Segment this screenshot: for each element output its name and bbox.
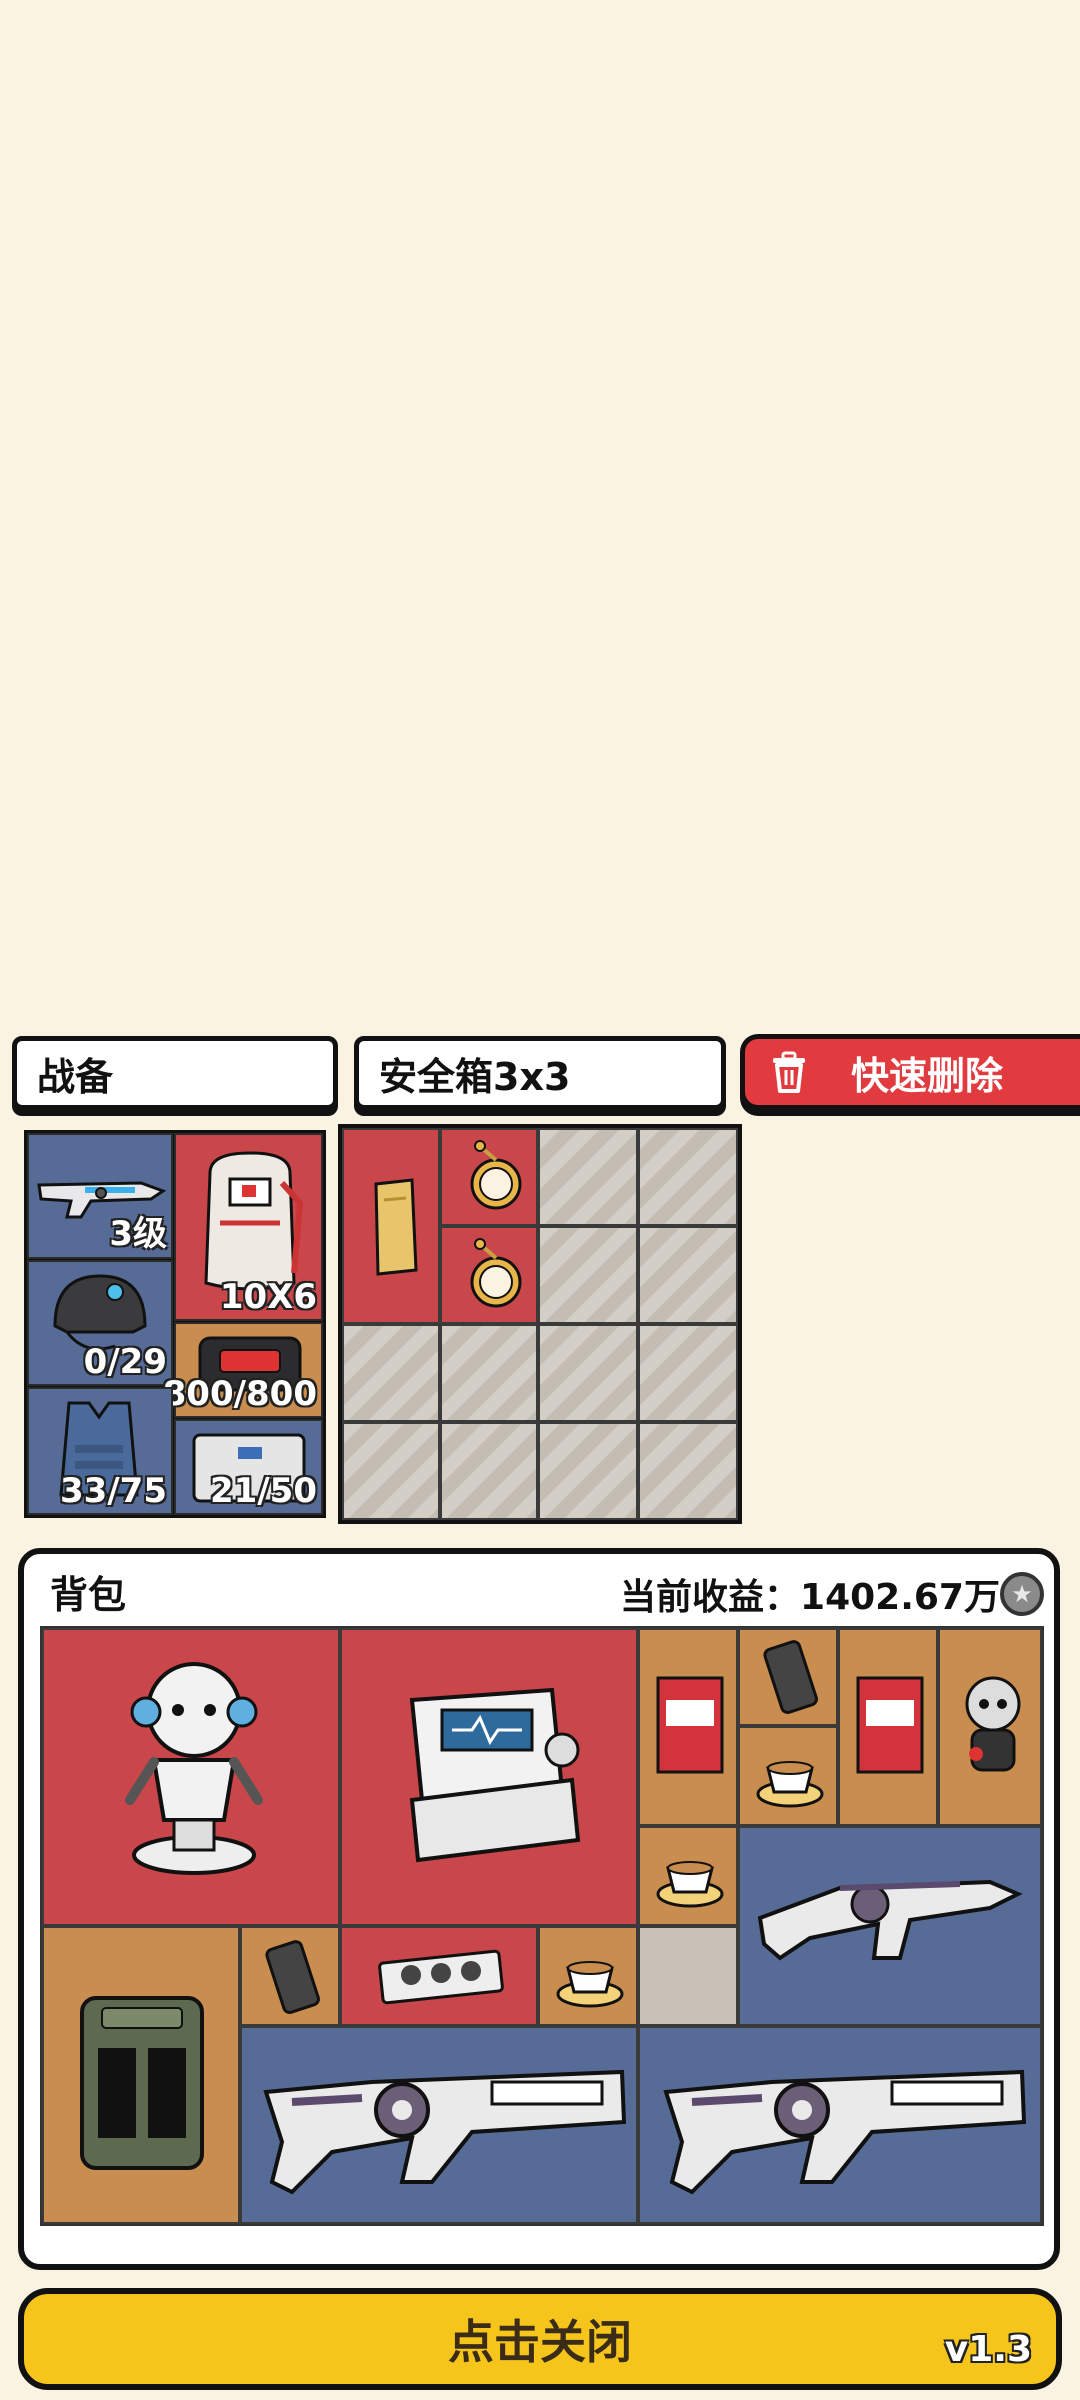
item-robot[interactable]	[42, 1628, 340, 1926]
rig-slot[interactable]: 800/800	[163, 1322, 323, 1418]
pocket-watch-icon	[470, 1140, 522, 1210]
safebox-item-gold-bar[interactable]	[342, 1128, 440, 1324]
item-coffee-cup[interactable]	[638, 1826, 738, 1926]
quick-delete-label: 快速删除	[851, 1053, 1004, 1098]
robot-icon	[125, 1662, 263, 1875]
assault-rifle-icon	[663, 2069, 1027, 2195]
coffee-cup-icon	[656, 1861, 724, 1908]
item-coffee-cup[interactable]	[538, 1926, 638, 2026]
item-radio[interactable]	[42, 1926, 240, 2224]
quick-delete-button[interactable]: 快速删除	[740, 1034, 1080, 1110]
earnings-value: 1402.67万	[800, 1577, 1000, 1618]
safebox-empty-slot[interactable]	[538, 1324, 638, 1422]
pocket-watch-icon	[470, 1238, 522, 1308]
trash-icon	[767, 1050, 811, 1094]
coin-icon: ★	[1000, 1572, 1044, 1616]
tab-gear-label: 战备	[37, 1054, 114, 1099]
weapon-level: 3级	[109, 1214, 167, 1254]
smartphone-icon	[265, 1940, 320, 2014]
close-button[interactable]: 点击关闭 v1.3	[18, 2288, 1062, 2390]
smg-icon	[757, 1879, 1023, 1961]
backpack-size: 10X6	[219, 1277, 317, 1317]
figurine-icon	[965, 1676, 1021, 1772]
backpack-slot[interactable]: 10X6	[174, 1133, 323, 1321]
backpack-empty-slot[interactable]	[638, 1926, 738, 2026]
armor-slot[interactable]: 33/75	[27, 1387, 173, 1515]
safebox-item-pocket-watch[interactable]	[440, 1226, 538, 1324]
safebox-item-pocket-watch[interactable]	[440, 1128, 538, 1226]
coffee-box-icon	[856, 1676, 924, 1774]
item-smartphone[interactable]	[738, 1628, 838, 1726]
weapon-slot[interactable]: 3级	[27, 1133, 173, 1259]
assault-rifle-icon	[263, 2069, 627, 2195]
safebox-empty-slot[interactable]	[342, 1324, 440, 1422]
item-coffee-box[interactable]	[838, 1628, 938, 1826]
helmet-durability: 0/29	[83, 1342, 167, 1382]
gear-panel: 3级 10X6 0/29 800/800 33/75 21/50	[24, 1130, 326, 1518]
safebox-empty-slot[interactable]	[638, 1324, 738, 1422]
safebox-empty-slot[interactable]	[342, 1422, 440, 1520]
safebox-empty-slot[interactable]	[538, 1128, 638, 1226]
item-coffee-box[interactable]	[638, 1628, 738, 1826]
backpack-grid	[40, 1626, 1044, 2226]
gold-bar-icon	[374, 1178, 418, 1276]
safebox-empty-slot[interactable]	[538, 1422, 638, 1520]
backpack-title: 背包	[50, 1573, 127, 1617]
case-capacity: 21/50	[209, 1471, 317, 1511]
backpack-panel: 背包 当前收益： 1402.67万 ★	[18, 1548, 1060, 2270]
safebox-empty-slot[interactable]	[538, 1226, 638, 1324]
safebox-empty-slot[interactable]	[440, 1324, 538, 1422]
tab-safebox-label: 安全箱3x3	[379, 1054, 571, 1099]
helmet-slot[interactable]: 0/29	[27, 1260, 173, 1386]
item-coffee-cup[interactable]	[738, 1726, 838, 1826]
safebox-grid	[338, 1124, 742, 1524]
safebox-empty-slot[interactable]	[638, 1422, 738, 1520]
item-graphics-card[interactable]	[340, 1926, 538, 2026]
radio-icon	[80, 1996, 204, 2170]
tab-gear[interactable]: 战备	[12, 1036, 338, 1110]
item-assault-rifle[interactable]	[638, 2026, 1042, 2224]
medical-machine-icon	[409, 1687, 581, 1863]
case-slot[interactable]: 21/50	[174, 1419, 323, 1515]
armor-durability: 33/75	[59, 1471, 167, 1511]
smartphone-icon	[763, 1640, 818, 1714]
coffee-cup-icon	[756, 1761, 824, 1808]
earnings-display: 当前收益： 1402.67万 ★	[620, 1568, 1044, 1620]
coffee-cup-icon	[556, 1961, 624, 2008]
safebox-empty-slot[interactable]	[440, 1422, 538, 1520]
tab-safebox[interactable]: 安全箱3x3	[354, 1036, 726, 1110]
item-smartphone[interactable]	[240, 1926, 340, 2026]
item-smg[interactable]	[738, 1826, 1042, 2026]
coffee-box-icon	[656, 1676, 724, 1774]
item-medical-machine[interactable]	[340, 1628, 638, 1926]
safebox-empty-slot[interactable]	[638, 1128, 738, 1226]
close-button-label: 点击关闭	[448, 2315, 632, 2369]
item-figurine[interactable]	[938, 1628, 1042, 1826]
version-label: v1.3	[944, 2329, 1032, 2370]
rig-capacity: 800/800	[162, 1374, 317, 1414]
earnings-label: 当前收益：	[620, 1577, 801, 1618]
graphics-card-icon	[378, 1949, 504, 2005]
item-assault-rifle[interactable]	[240, 2026, 638, 2224]
safebox-empty-slot[interactable]	[638, 1226, 738, 1324]
